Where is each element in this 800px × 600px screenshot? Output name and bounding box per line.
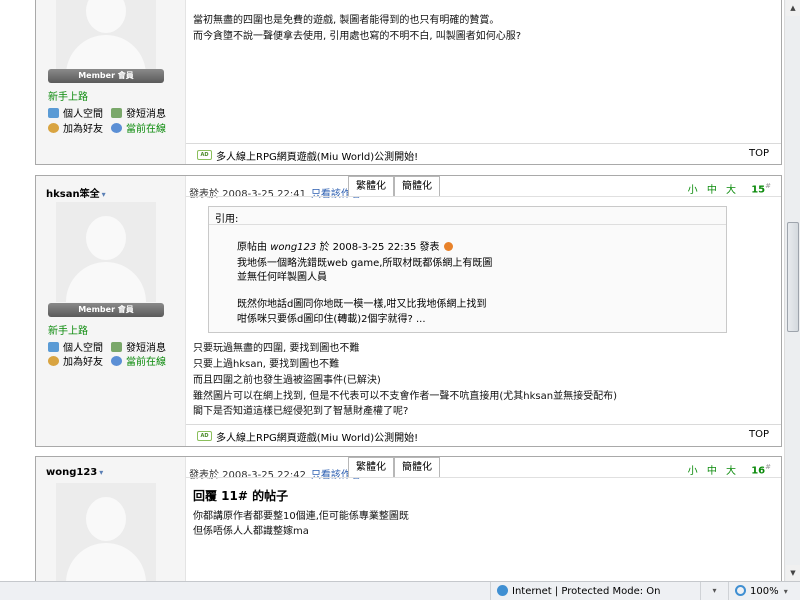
quote-title: 引用: bbox=[215, 214, 239, 225]
scroll-up-icon[interactable]: ▲ bbox=[786, 0, 800, 16]
post-footer: AD 多人線上RPG網頁遊戲(Miu World)公測開始! TOP bbox=[186, 424, 781, 447]
member-badge: Member 會員 bbox=[48, 69, 164, 83]
zoom-control[interactable]: 100% ▾ bbox=[728, 582, 800, 600]
quoted-user[interactable]: wong123 bbox=[270, 242, 316, 253]
post-1: Member 會員 新手上路 個人空間 發短消息 加為好友 當前在線 當初無盡的… bbox=[35, 0, 782, 165]
post-meta: 發表於 2008-3-25 22:41 只看該作者 bbox=[189, 185, 361, 200]
back-to-top-link[interactable]: TOP bbox=[749, 148, 769, 159]
floor-number[interactable]: 15# bbox=[751, 182, 771, 195]
simplified-chinese-button[interactable]: 簡體化 bbox=[394, 457, 440, 477]
reply-title: 回覆 11# 的帖子 bbox=[193, 489, 289, 503]
scroll-down-icon[interactable]: ▼ bbox=[786, 565, 800, 581]
status-bar: Internet | Protected Mode: On ▾ 100% ▾ bbox=[0, 581, 800, 600]
vertical-scrollbar[interactable]: ▲ ▼ bbox=[784, 0, 800, 581]
send-message-link[interactable]: 發短消息 bbox=[111, 339, 166, 354]
avatar[interactable] bbox=[56, 483, 156, 581]
divider bbox=[209, 224, 726, 225]
add-friend-icon bbox=[48, 123, 59, 133]
quote-line: 並無任何咩製圖人員 bbox=[237, 272, 327, 283]
post-3: wong123 ▾ 發表於 2008-3-25 22:42 只看該作者 繁體化 簡體… bbox=[35, 456, 782, 581]
scrollbar-thumb[interactable] bbox=[787, 222, 799, 332]
post-text-line: 只要上過hksan, 要找到圖也不難 bbox=[193, 359, 340, 370]
add-friend-link[interactable]: 加為好友 bbox=[48, 120, 103, 135]
user-online-icon bbox=[111, 123, 122, 133]
post-text-line: 而且四圍之前也發生過被盜圖事件(已解決) bbox=[193, 375, 381, 386]
author-sidebar: hksan笨全 ▾ Member 會員 新手上路 個人空間 發短消息 加為好友 當… bbox=[36, 176, 186, 446]
add-friend-link[interactable]: 加為好友 bbox=[48, 353, 103, 368]
online-status: 當前在線 bbox=[111, 120, 166, 135]
ad-link[interactable]: 多人線上RPG網頁遊戲(Miu World)公測開始! bbox=[216, 148, 418, 163]
header-divider bbox=[186, 196, 781, 197]
post-text-line: 雖然圖片可以在網上找到, 但是不代表可以不支會作者一聲不吭直接用(尤其hksan… bbox=[193, 391, 617, 402]
post-date: 發表於 2008-3-25 22:42 bbox=[189, 470, 306, 481]
message-icon bbox=[111, 108, 122, 118]
chevron-down-icon[interactable]: ▾ bbox=[99, 468, 103, 477]
post-text-line: 只要玩過無盡的四圍, 要找到圖也不難 bbox=[193, 343, 360, 354]
member-badge: Member 會員 bbox=[48, 303, 164, 317]
quote-origin: 原帖由 wong123 於 2008-3-25 22:35 發表 bbox=[237, 238, 453, 253]
header-divider bbox=[186, 477, 781, 478]
quote-line: 咁係咪只要係d圖印住(轉載)2個字就得? ... bbox=[237, 314, 426, 325]
online-status: 當前在線 bbox=[111, 353, 166, 368]
zoom-icon bbox=[735, 585, 746, 596]
font-size-controls[interactable]: 小 中 大 bbox=[688, 462, 739, 477]
post-text-line: 你都講原作者都要整10個連,佢可能係專業整圖既 bbox=[193, 511, 409, 522]
floor-number[interactable]: 16# bbox=[751, 463, 771, 476]
post-2: hksan笨全 ▾ Member 會員 新手上路 個人空間 發短消息 加為好友 當… bbox=[35, 175, 782, 447]
ad-icon: AD bbox=[197, 150, 212, 160]
post-text-line: 閣下是否知道這樣已經侵犯到了智慧財產權了呢? bbox=[193, 406, 409, 417]
post-date: 發表於 2008-3-25 22:41 bbox=[189, 189, 306, 200]
go-to-post-icon[interactable] bbox=[443, 242, 453, 251]
protected-mode-toggle[interactable]: ▾ bbox=[700, 582, 728, 600]
ad-icon: AD bbox=[197, 431, 212, 441]
post-text-line: 當初無盡的四圍也是免費的遊戲, 製圖者能得到的也只有明確的贊賞。 bbox=[193, 15, 500, 26]
author-sidebar: wong123 ▾ bbox=[36, 457, 186, 581]
avatar[interactable] bbox=[56, 0, 156, 75]
traditional-chinese-button[interactable]: 繁體化 bbox=[348, 176, 394, 196]
chevron-down-icon[interactable]: ▾ bbox=[102, 190, 106, 199]
quote-block: 引用: 原帖由 wong123 於 2008-3-25 22:35 發表 我地係… bbox=[208, 206, 727, 333]
quote-line: 既然你地話d圖同你地既一模一樣,咁又比我地係網上找到 bbox=[237, 299, 487, 310]
message-icon bbox=[111, 342, 122, 352]
author-name[interactable]: wong123 ▾ bbox=[46, 467, 103, 478]
chevron-down-icon: ▾ bbox=[783, 587, 788, 596]
home-icon bbox=[48, 342, 59, 352]
profile-link[interactable]: 個人空間 bbox=[48, 339, 103, 354]
add-friend-icon bbox=[48, 356, 59, 366]
post-text-line: 但係唔係人人都識整嫁ma bbox=[193, 526, 309, 537]
simplified-chinese-button[interactable]: 簡體化 bbox=[394, 176, 440, 196]
user-rank: 新手上路 bbox=[48, 92, 88, 103]
font-size-controls[interactable]: 小 中 大 bbox=[688, 181, 739, 196]
post-meta: 發表於 2008-3-25 22:42 只看該作者 bbox=[189, 466, 361, 481]
page-viewport: Member 會員 新手上路 個人空間 發短消息 加為好友 當前在線 當初無盡的… bbox=[0, 0, 784, 581]
user-online-icon bbox=[111, 356, 122, 366]
security-zone[interactable]: Internet | Protected Mode: On bbox=[490, 582, 690, 600]
back-to-top-link[interactable]: TOP bbox=[749, 429, 769, 440]
avatar[interactable] bbox=[56, 202, 156, 302]
post-footer: AD 多人線上RPG網頁遊戲(Miu World)公測開始! TOP bbox=[186, 143, 781, 166]
chevron-down-icon: ▾ bbox=[712, 586, 717, 595]
profile-link[interactable]: 個人空間 bbox=[48, 105, 103, 120]
home-icon bbox=[48, 108, 59, 118]
author-name[interactable]: hksan笨全 ▾ bbox=[46, 185, 106, 200]
traditional-chinese-button[interactable]: 繁體化 bbox=[348, 457, 394, 477]
ad-link[interactable]: 多人線上RPG網頁遊戲(Miu World)公測開始! bbox=[216, 429, 418, 444]
send-message-link[interactable]: 發短消息 bbox=[111, 105, 166, 120]
globe-icon bbox=[497, 585, 508, 596]
author-sidebar: Member 會員 新手上路 個人空間 發短消息 加為好友 當前在線 bbox=[36, 0, 186, 164]
quote-line: 我地係一個略洗錯既web game,所取材既都係網上有既圖 bbox=[237, 258, 493, 269]
post-text-line: 而今貪墮不說一聲便拿去使用, 引用處也寫的不明不白, 叫製圖者如何心服? bbox=[193, 31, 522, 42]
user-rank: 新手上路 bbox=[48, 326, 88, 337]
